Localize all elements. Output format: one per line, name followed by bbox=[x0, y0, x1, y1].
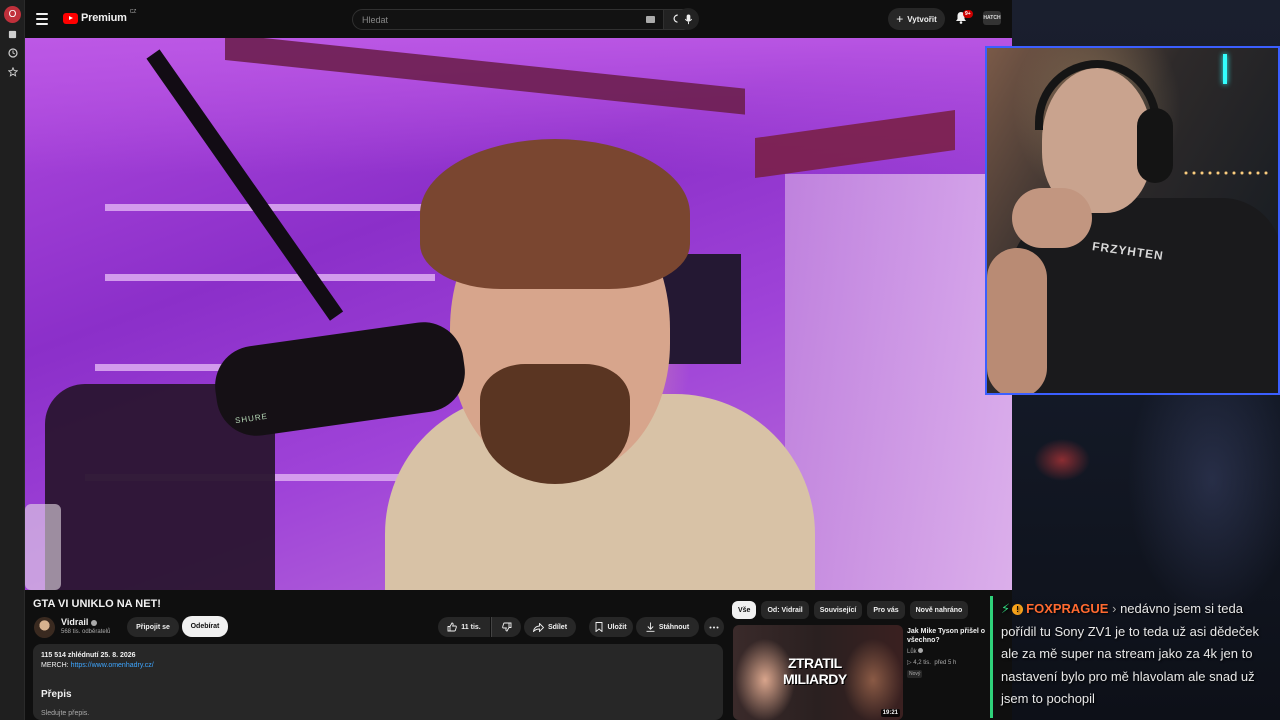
notification-badge: 9+ bbox=[963, 10, 973, 18]
filter-chips: Vše Od: Vidrail Související Pro vás Nově… bbox=[732, 601, 969, 619]
video-player[interactable]: SHURE bbox=[25, 34, 1012, 590]
recommended-age: před 5 h bbox=[934, 660, 957, 666]
download-label: Stáhnout bbox=[658, 623, 690, 631]
video-scene-bottle bbox=[25, 504, 61, 590]
video-scene-wall bbox=[785, 174, 1012, 590]
chip-related[interactable]: Související bbox=[813, 601, 863, 619]
video-title: GTA VI UNIKLO NA NET! bbox=[33, 598, 161, 610]
create-button[interactable]: + Vytvořit bbox=[888, 8, 945, 30]
video-duration: 19:21 bbox=[880, 709, 900, 717]
account-avatar[interactable]: HATCH bbox=[983, 11, 1001, 25]
thumbnail-text-line: ZTRATIL bbox=[787, 655, 842, 671]
bookmark-icon[interactable] bbox=[4, 26, 21, 43]
thumbnail-text-line: MILIARDY bbox=[783, 671, 847, 688]
chat-separator: › bbox=[1112, 601, 1117, 616]
description-box[interactable]: 115 514 zhlédnutí 25. 8. 2026 MERCH: htt… bbox=[33, 644, 723, 720]
subscriber-count: 568 tis. odběratelů bbox=[61, 629, 111, 635]
video-scene-shelf bbox=[105, 274, 435, 281]
merch-link[interactable]: https://www.omenhadry.cz/ bbox=[71, 662, 154, 669]
recommended-video[interactable]: ZTRATIL MILIARDY 19:21 Jak Mike Tyson př… bbox=[733, 625, 993, 720]
thumbs-down-icon bbox=[501, 622, 511, 632]
youtube-logo[interactable]: Premium CZ bbox=[63, 9, 137, 24]
more-icon bbox=[709, 626, 719, 628]
menu-icon[interactable] bbox=[36, 10, 54, 28]
play-icon: ▷ bbox=[907, 660, 912, 666]
channel-name-text: Vidrail bbox=[61, 617, 89, 627]
webcam-person-hand bbox=[1012, 188, 1092, 248]
top-bar: Premium CZ Hledat + Vytvořit 9+ HATCH bbox=[25, 0, 1012, 38]
view-stats: 115 514 zhlédnutí 25. 8. 2026 bbox=[41, 652, 136, 659]
chat-badge-icon: ! bbox=[1012, 604, 1024, 616]
history-icon[interactable] bbox=[4, 44, 21, 61]
save-button[interactable]: Uložit bbox=[589, 617, 633, 637]
share-icon bbox=[532, 622, 544, 632]
recommended-meta: ▷ 4,2 tis. před 5 h bbox=[907, 659, 956, 666]
browser-sidebar: O bbox=[0, 0, 25, 720]
voice-search-button[interactable] bbox=[677, 8, 699, 30]
star-icon[interactable] bbox=[4, 63, 21, 80]
create-label: Vytvořit bbox=[907, 14, 937, 24]
channel-name[interactable]: Vidrail bbox=[61, 617, 98, 627]
thumbs-up-icon bbox=[447, 622, 458, 632]
webcam-person-arm bbox=[987, 248, 1047, 393]
verified-icon bbox=[918, 648, 924, 653]
chat-message-text: nedávno jsem si teda pořídil tu Sony ZV1… bbox=[1001, 601, 1259, 706]
plus-icon: + bbox=[896, 12, 904, 26]
search-placeholder: Hledat bbox=[362, 14, 389, 25]
subscribe-button[interactable]: Odebírat bbox=[182, 616, 228, 637]
opera-icon[interactable]: O bbox=[4, 6, 21, 23]
recommended-views: 4,2 tis. bbox=[913, 660, 931, 666]
download-icon bbox=[646, 622, 655, 632]
merch-line: MERCH: https://www.omenhadry.cz/ bbox=[41, 662, 715, 669]
share-button[interactable]: Sdílet bbox=[524, 617, 576, 637]
bolt-icon: ⚡ bbox=[1001, 601, 1011, 616]
chip-for-you[interactable]: Pro vás bbox=[867, 601, 905, 619]
webcam-headphone-cup bbox=[1137, 108, 1173, 183]
chip-all[interactable]: Vše bbox=[732, 601, 757, 619]
video-info-panel: GTA VI UNIKLO NA NET! Vidrail 568 tis. o… bbox=[25, 590, 730, 720]
webcam-neon-light bbox=[1223, 54, 1227, 84]
chat-text: ⚡! FOXPRAGUE › nedávno jsem si teda poříd… bbox=[1001, 598, 1274, 711]
microphone-icon bbox=[684, 13, 692, 24]
youtube-play-icon bbox=[63, 12, 78, 24]
save-label: Uložit bbox=[607, 623, 627, 631]
transcript-subtitle: Sledujte přepis. bbox=[41, 710, 90, 717]
video-scene-person-beard bbox=[480, 364, 630, 484]
share-label: Sdílet bbox=[547, 623, 568, 631]
dislike-button[interactable] bbox=[491, 617, 521, 637]
thumbnail-text: ZTRATIL MILIARDY bbox=[783, 655, 847, 687]
keyboard-icon[interactable] bbox=[646, 16, 655, 23]
like-button[interactable]: 11 tis. bbox=[438, 617, 490, 637]
logo-text: Premium bbox=[81, 12, 127, 24]
chat-username: FOXPRAGUE bbox=[1026, 601, 1109, 616]
search-input[interactable]: Hledat bbox=[352, 9, 664, 30]
chip-recently-uploaded[interactable]: Nově nahráno bbox=[909, 601, 969, 619]
transcript-heading: Přepis bbox=[41, 689, 72, 700]
more-actions-button[interactable] bbox=[704, 617, 724, 637]
verified-icon bbox=[91, 619, 98, 626]
chat-message: ⚡! FOXPRAGUE › nedávno jsem si teda poříd… bbox=[990, 596, 1280, 720]
like-count: 11 tis. bbox=[461, 623, 481, 631]
video-scene-person-hair bbox=[420, 139, 690, 289]
screen: O SHURE Premium CZ Hledat + Vytvořit 9+ … bbox=[0, 0, 1280, 720]
chip-from-channel[interactable]: Od: Vidrail bbox=[761, 601, 809, 619]
recommended-thumbnail[interactable]: ZTRATIL MILIARDY 19:21 bbox=[733, 625, 903, 720]
recommended-channel[interactable]: Lůk bbox=[907, 648, 924, 655]
join-button[interactable]: Připojit se bbox=[127, 617, 179, 637]
new-badge: Nový bbox=[907, 670, 923, 678]
webcam-string-lights bbox=[1182, 168, 1272, 178]
logo-region: CZ bbox=[129, 9, 137, 15]
download-button[interactable]: Stáhnout bbox=[636, 617, 699, 637]
merch-label: MERCH: bbox=[41, 662, 69, 669]
recommended-title[interactable]: Jak Mike Tyson přišel o všechno? bbox=[907, 627, 993, 646]
bookmark-save-icon bbox=[596, 622, 603, 632]
channel-avatar[interactable] bbox=[34, 617, 55, 638]
webcam-overlay: FRZYHTEN bbox=[985, 46, 1280, 395]
recommended-channel-name: Lůk bbox=[907, 649, 917, 655]
